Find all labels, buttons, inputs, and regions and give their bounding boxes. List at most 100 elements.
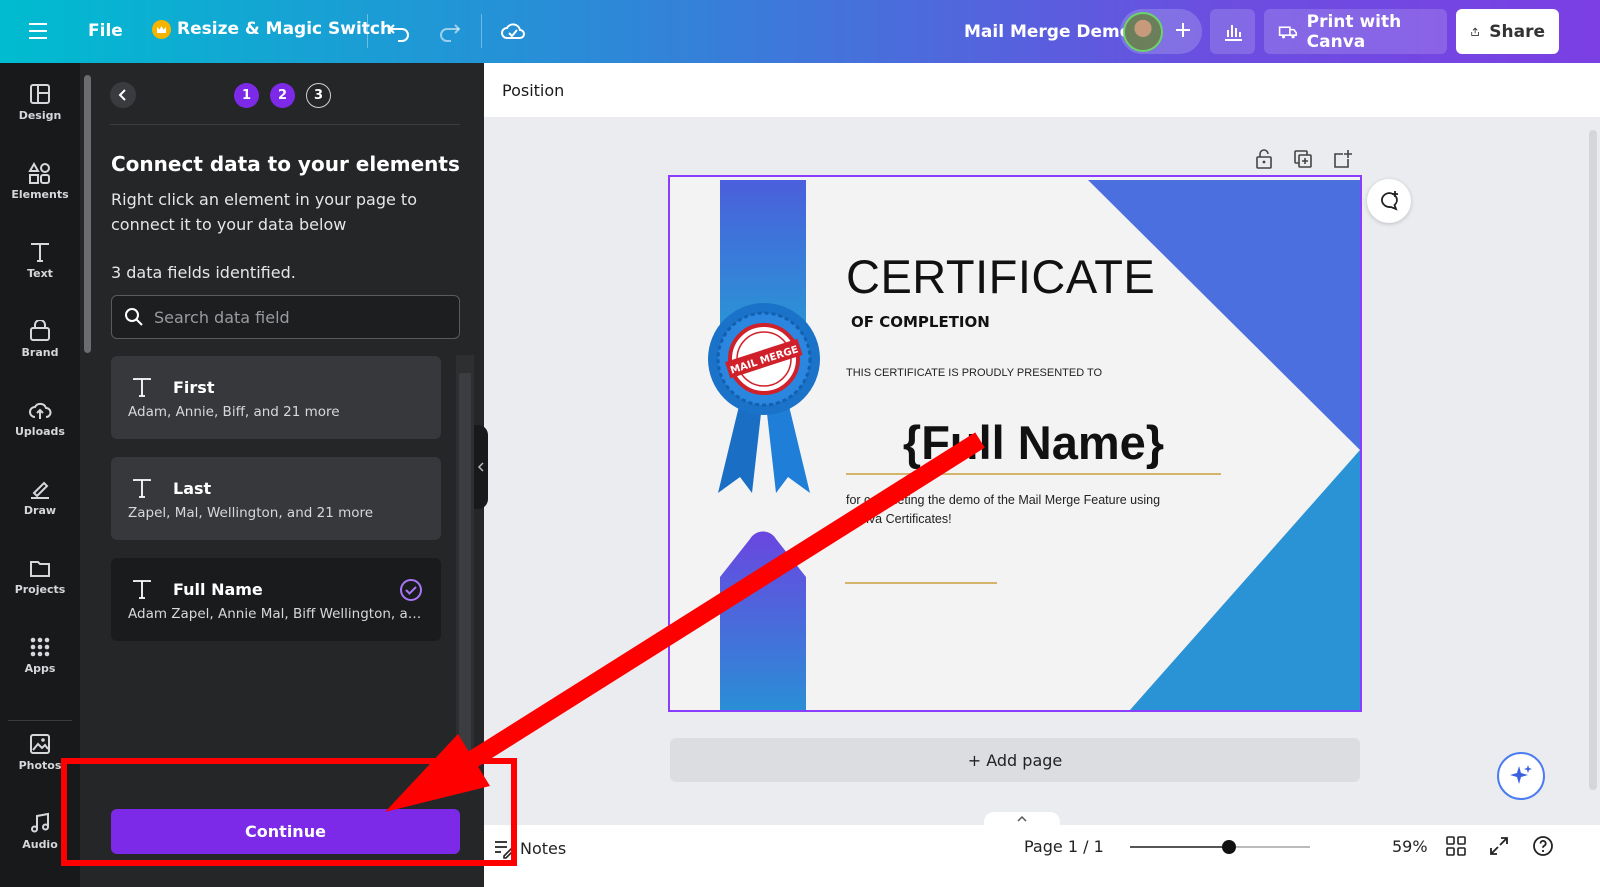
- step-1: 1: [234, 83, 259, 108]
- brand-icon: [30, 320, 50, 341]
- field-name: Last: [173, 479, 212, 498]
- rosette-seal: MAIL MERGE: [708, 303, 820, 493]
- back-button[interactable]: [110, 82, 136, 108]
- duplicate-page-icon[interactable]: [1292, 148, 1314, 170]
- chevron-left-icon: [118, 89, 126, 101]
- field-values: Adam Zapel, Annie Mal, Biff Wellington, …: [128, 606, 428, 622]
- file-menu[interactable]: File: [88, 21, 123, 41]
- add-comment-button[interactable]: [1367, 179, 1411, 223]
- certificate-body-text[interactable]: for completing the demo of the Mail Merg…: [846, 491, 1176, 529]
- field-values: Zapel, Mal, Wellington, and 21 more: [128, 505, 374, 521]
- menu-icon[interactable]: [26, 20, 52, 42]
- avatar[interactable]: [1123, 12, 1163, 52]
- data-field-last[interactable]: Last Zapel, Mal, Wellington, and 21 more: [111, 457, 441, 540]
- help-icon[interactable]: [1532, 835, 1554, 861]
- rail-item-apps[interactable]: Apps: [0, 636, 80, 706]
- print-label: Print with Canva: [1306, 11, 1402, 52]
- document-title[interactable]: Mail Merge Demo: [964, 22, 1131, 42]
- step-3: 3: [306, 83, 331, 108]
- zoom-level[interactable]: 59%: [1392, 837, 1428, 856]
- zoom-slider[interactable]: [1130, 840, 1310, 854]
- fullscreen-icon[interactable]: [1488, 835, 1510, 861]
- rail-label: Apps: [24, 662, 56, 675]
- field-name: First: [173, 378, 215, 397]
- text-icon: [31, 243, 49, 262]
- rail-label: Draw: [23, 504, 57, 517]
- shapes-icon: [28, 162, 50, 184]
- rail-label: Photos: [18, 759, 62, 772]
- certificate-page[interactable]: MAIL MERGE CERTIFICATE OF COMPLETION THI…: [668, 175, 1362, 712]
- presented-to-text[interactable]: THIS CERTIFICATE IS PROUDLY PRESENTED TO: [846, 367, 1102, 379]
- certificate-subtitle[interactable]: OF COMPLETION: [851, 313, 990, 331]
- divider: [367, 14, 368, 48]
- rail-item-elements[interactable]: Elements: [0, 162, 80, 232]
- step-2: 2: [270, 83, 295, 108]
- lock-icon[interactable]: [1253, 148, 1275, 170]
- grid-view-icon[interactable]: [1445, 835, 1467, 861]
- music-note-icon: [31, 812, 49, 833]
- full-name-placeholder[interactable]: {Full Name}: [846, 415, 1221, 470]
- context-toolbar: Position: [484, 63, 1600, 117]
- chevron-up-icon: [1017, 815, 1027, 822]
- name-underline: [846, 473, 1221, 475]
- rail-label: Text: [27, 267, 53, 280]
- bottom-bar: Notes Page 1 / 1 59%: [484, 812, 1600, 887]
- notes-label: Notes: [520, 838, 567, 858]
- image-icon: [30, 734, 50, 754]
- search-input[interactable]: [154, 307, 444, 327]
- signature-line: [845, 582, 997, 584]
- canvas-scrollbar[interactable]: [1586, 120, 1600, 810]
- position-button[interactable]: Position: [502, 81, 564, 100]
- share-button[interactable]: Share: [1456, 9, 1559, 54]
- share-icon: [1471, 27, 1479, 36]
- top-bar: File Resize & Magic Switch Mail Merge De…: [0, 0, 1600, 63]
- data-field-full-name[interactable]: Full Name Adam Zapel, Annie Mal, Biff We…: [111, 558, 441, 641]
- apps-grid-icon: [30, 637, 50, 657]
- comment-plus-icon: [1381, 191, 1398, 211]
- scrollbar-thumb[interactable]: [459, 373, 471, 768]
- data-field-first[interactable]: First Adam, Annie, Biff, and 21 more: [111, 356, 441, 439]
- divider: [110, 124, 460, 125]
- resize-magic-switch-button[interactable]: Resize & Magic Switch: [152, 19, 392, 39]
- search-icon: [125, 308, 143, 326]
- expand-pages-handle[interactable]: [984, 812, 1060, 826]
- rail-label: Audio: [22, 838, 58, 851]
- rail-item-brand[interactable]: Brand: [0, 320, 80, 390]
- scrollbar-thumb[interactable]: [1589, 130, 1597, 790]
- rail-item-draw[interactable]: Draw: [0, 478, 80, 548]
- page-indicator[interactable]: Page 1 / 1: [1024, 837, 1104, 856]
- collaborators-group[interactable]: [1120, 9, 1202, 54]
- resize-label: Resize & Magic Switch: [177, 19, 393, 39]
- rail-item-text[interactable]: Text: [0, 241, 80, 311]
- print-with-canva-button[interactable]: Print with Canva: [1264, 9, 1447, 54]
- annotation-highlight-box: [61, 758, 517, 866]
- cloud-upload-icon: [29, 402, 52, 419]
- cloud-saved-icon[interactable]: [499, 18, 527, 44]
- add-page-button[interactable]: + Add page: [670, 738, 1360, 782]
- zoom-slider-handle[interactable]: [1222, 840, 1236, 854]
- collapse-panel-handle[interactable]: [474, 425, 488, 509]
- panel-scrollbar[interactable]: [84, 75, 91, 353]
- rail-item-design[interactable]: Design: [0, 83, 80, 153]
- add-collaborator-icon[interactable]: [1172, 19, 1194, 45]
- rail-label: Design: [18, 109, 62, 122]
- rail-label: Uploads: [15, 425, 65, 438]
- search-field[interactable]: [111, 295, 460, 339]
- magic-assistant-button[interactable]: [1497, 752, 1545, 800]
- chevron-left-icon: [477, 462, 484, 472]
- bar-chart-icon: [1224, 24, 1242, 41]
- sparkle-icon: [1510, 765, 1532, 784]
- rail-divider: [8, 720, 72, 721]
- folder-icon: [30, 561, 50, 577]
- rail-item-projects[interactable]: Projects: [0, 557, 80, 627]
- redo-icon[interactable]: [437, 18, 463, 44]
- text-icon: [133, 580, 151, 599]
- zoom-slider-fill: [1130, 846, 1229, 848]
- undo-icon[interactable]: [386, 18, 412, 44]
- insights-button[interactable]: [1210, 9, 1255, 54]
- rail-item-uploads[interactable]: Uploads: [0, 399, 80, 469]
- add-page-icon[interactable]: [1332, 148, 1354, 170]
- certificate-title[interactable]: CERTIFICATE: [846, 249, 1155, 304]
- fields-scrollbar[interactable]: [456, 355, 474, 790]
- panel-title: Connect data to your elements: [111, 152, 460, 176]
